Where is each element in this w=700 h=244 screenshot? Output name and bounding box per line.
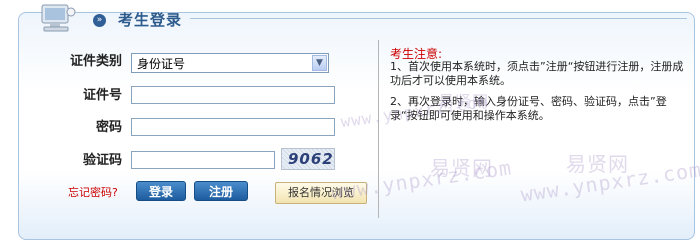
captcha-input[interactable] [131, 151, 275, 169]
captcha-image[interactable]: 9062 [281, 148, 335, 170]
computer-icon [41, 4, 76, 32]
id-number-label: 证件号 [82, 88, 122, 103]
page-title: 考生登录 [118, 11, 183, 29]
id-number-input[interactable] [131, 86, 335, 104]
header-bullet-icon: » [93, 14, 106, 27]
id-type-label: 证件类别 [69, 54, 122, 69]
captcha-image-text: 9062 [288, 150, 334, 168]
register-button[interactable]: 注册 [194, 181, 248, 201]
password-input[interactable] [131, 118, 335, 136]
chevron-down-icon[interactable]: ▼ [312, 55, 327, 71]
captcha-label: 验证码 [82, 153, 122, 168]
header-divider [190, 18, 687, 19]
password-label: 密码 [95, 120, 122, 135]
id-type-selected-value: 身份证号 [137, 57, 186, 71]
forgot-password-link[interactable]: 忘记密码? [68, 184, 118, 200]
login-button[interactable]: 登录 [136, 181, 186, 201]
notice-item-1: 1、首次使用本系统时，须点击”注册“按钮进行注册，注册成功后才可以使用本系统。 [390, 60, 684, 87]
panel-header: » 考生登录 [0, 0, 700, 34]
id-type-select[interactable]: 身份证号 ▼ [131, 53, 329, 73]
